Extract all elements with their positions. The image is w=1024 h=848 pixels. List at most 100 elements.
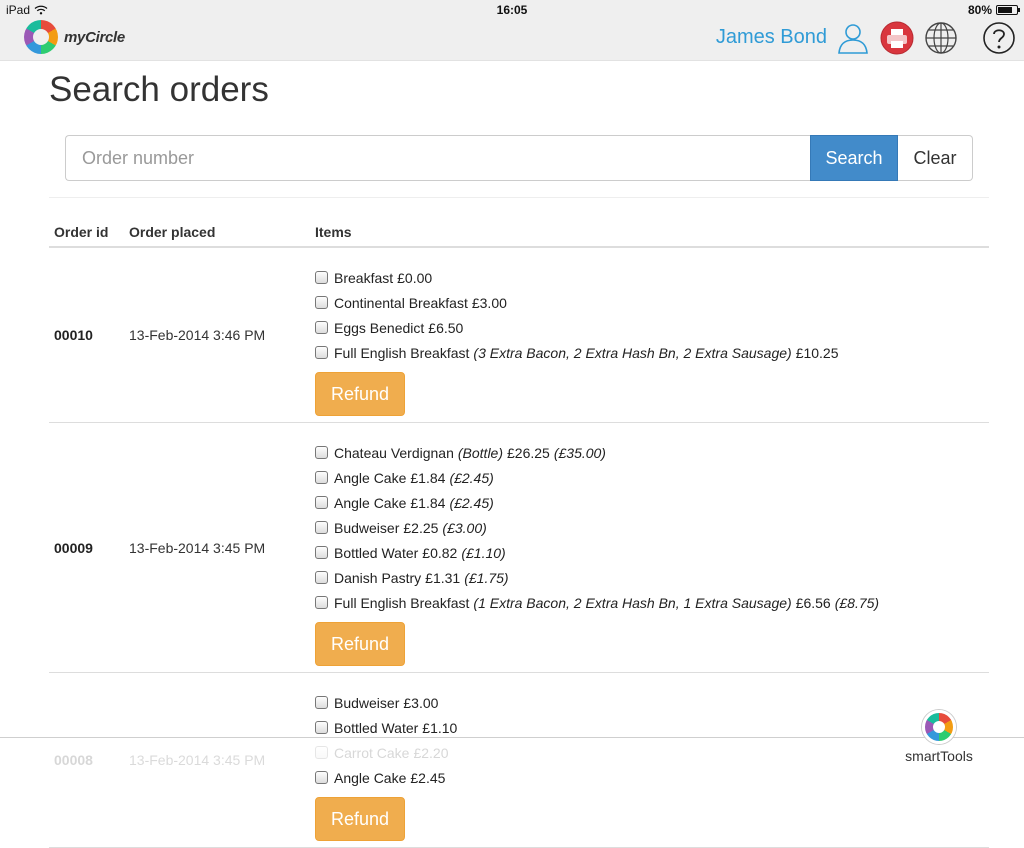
item-name: Breakfast	[334, 269, 394, 286]
item-checkbox[interactable]	[315, 571, 328, 584]
mycircle-logo-icon	[24, 20, 58, 54]
item-name: Angle Cake	[334, 769, 407, 786]
status-right: 80%	[967, 3, 1020, 17]
item-checkbox[interactable]	[315, 296, 328, 309]
column-order-id: Order id	[54, 224, 109, 240]
item-name: Angle Cake	[334, 494, 407, 511]
item-checkbox[interactable]	[315, 721, 328, 734]
item-name: Full English Breakfast	[334, 344, 470, 361]
order-item[interactable]: Chateau Verdignan (Bottle) £26.25 (£35.00)	[315, 440, 989, 465]
item-price: £1.31	[425, 569, 461, 586]
order-item[interactable]: Breakfast £0.00	[315, 265, 989, 290]
order-placed: 13-Feb-2014 3:45 PM	[129, 540, 266, 556]
item-checkbox[interactable]	[315, 496, 328, 509]
order-item[interactable]: Continental Breakfast £3.00	[315, 290, 989, 315]
user-name-link[interactable]: James Bond	[716, 26, 827, 49]
bottom-bar	[0, 737, 1024, 769]
item-price: £3.00	[471, 294, 507, 311]
item-name: Eggs Benedict	[334, 319, 425, 336]
globe-icon[interactable]	[924, 21, 958, 55]
order-item[interactable]: Eggs Benedict £6.50	[315, 315, 989, 340]
order-items: Breakfast £0.00 Continental Breakfast £3.00…	[315, 248, 989, 422]
item-price: £1.84	[410, 494, 446, 511]
item-original-price: (£1.75)	[464, 569, 509, 586]
user-icon[interactable]	[836, 21, 870, 55]
order-number-input[interactable]	[65, 135, 810, 181]
logo-text: myCircle	[64, 28, 125, 46]
item-name: Budweiser	[334, 519, 400, 536]
order-items: Chateau Verdignan (Bottle) £26.25 (£35.00) A…	[315, 423, 989, 672]
item-modifiers: (Bottle)	[457, 444, 503, 461]
item-checkbox[interactable]	[315, 346, 328, 359]
column-order-placed: Order placed	[129, 224, 216, 240]
app-logo[interactable]: myCircle	[24, 20, 125, 54]
smarttools-icon	[922, 710, 956, 744]
item-original-price: (£3.00)	[442, 519, 487, 536]
item-original-price: (£35.00)	[553, 444, 606, 461]
status-time: 16:05	[496, 3, 528, 17]
item-name: Bottled Water	[334, 544, 419, 561]
battery-percent: 80%	[967, 3, 992, 17]
search-bar: Search Clear	[65, 135, 973, 181]
item-name: Budweiser	[334, 694, 400, 711]
item-price: £2.25	[403, 519, 439, 536]
table-row: 00010 13-Feb-2014 3:46 PM Breakfast £0.00 Co…	[49, 248, 989, 423]
item-checkbox[interactable]	[315, 546, 328, 559]
order-id: 00010	[54, 327, 93, 343]
item-checkbox[interactable]	[315, 521, 328, 534]
item-price: £6.56	[795, 594, 831, 611]
item-checkbox[interactable]	[315, 696, 328, 709]
item-original-price: (£8.75)	[834, 594, 880, 611]
clear-button[interactable]: Clear	[898, 135, 973, 181]
item-checkbox[interactable]	[315, 471, 328, 484]
page-title: Search orders	[49, 70, 269, 109]
item-checkbox[interactable]	[315, 771, 328, 784]
order-item[interactable]: Danish Pastry £1.31 (£1.75)	[315, 565, 989, 590]
order-id: 00009	[54, 540, 93, 556]
item-modifiers: (1 Extra Bacon, 2 Extra Hash Bn, 1 Extra…	[473, 594, 792, 611]
item-price: £10.25	[795, 344, 839, 361]
order-item[interactable]: Full English Breakfast (1 Extra Bacon, 2 …	[315, 590, 989, 615]
refund-button[interactable]: Refund	[315, 372, 405, 416]
item-price: £0.82	[422, 544, 458, 561]
item-checkbox[interactable]	[315, 596, 328, 609]
status-bar: iPad 16:05 80%	[0, 0, 1024, 20]
item-price: £0.00	[397, 269, 433, 286]
item-name: Continental Breakfast	[334, 294, 468, 311]
item-price: £1.10	[422, 719, 458, 736]
order-item[interactable]: Angle Cake £1.84 (£2.45)	[315, 465, 989, 490]
table-row: 00009 13-Feb-2014 3:45 PM Chateau Verdigna…	[49, 423, 989, 673]
item-name: Chateau Verdignan	[334, 444, 454, 461]
order-item[interactable]: Full English Breakfast (3 Extra Bacon, 2 …	[315, 340, 989, 365]
item-modifiers: (3 Extra Bacon, 2 Extra Hash Bn, 2 Extra…	[473, 344, 792, 361]
refund-button[interactable]: Refund	[315, 622, 405, 666]
item-checkbox[interactable]	[315, 271, 328, 284]
refund-button[interactable]: Refund	[315, 797, 405, 841]
order-item[interactable]: Angle Cake £1.84 (£2.45)	[315, 490, 989, 515]
item-price: £26.25	[507, 444, 550, 461]
item-price: £2.45	[410, 769, 446, 786]
smarttools-button[interactable]: smartTools	[894, 710, 984, 765]
search-button[interactable]: Search	[810, 135, 898, 181]
table-header: Order id Order placed Items	[49, 218, 989, 248]
item-original-price: (£2.45)	[449, 469, 494, 486]
item-name: Full English Breakfast	[334, 594, 470, 611]
order-item[interactable]: Budweiser £2.25 (£3.00)	[315, 515, 989, 540]
item-price: £6.50	[428, 319, 464, 336]
item-original-price: (£1.10)	[461, 544, 506, 561]
item-checkbox[interactable]	[315, 321, 328, 334]
battery-icon	[996, 5, 1020, 15]
printer-icon[interactable]	[880, 21, 914, 55]
item-price: £1.84	[410, 469, 446, 486]
smarttools-label: smartTools	[905, 748, 973, 764]
column-items: Items	[315, 224, 352, 240]
order-item[interactable]: Budweiser £3.00	[315, 690, 989, 715]
item-checkbox[interactable]	[315, 446, 328, 459]
order-item[interactable]: Bottled Water £0.82 (£1.10)	[315, 540, 989, 565]
divider	[49, 197, 989, 198]
item-name: Angle Cake	[334, 469, 407, 486]
item-price: £3.00	[403, 694, 439, 711]
item-name: Bottled Water	[334, 719, 419, 736]
help-icon[interactable]	[982, 21, 1016, 55]
item-name: Danish Pastry	[334, 569, 422, 586]
